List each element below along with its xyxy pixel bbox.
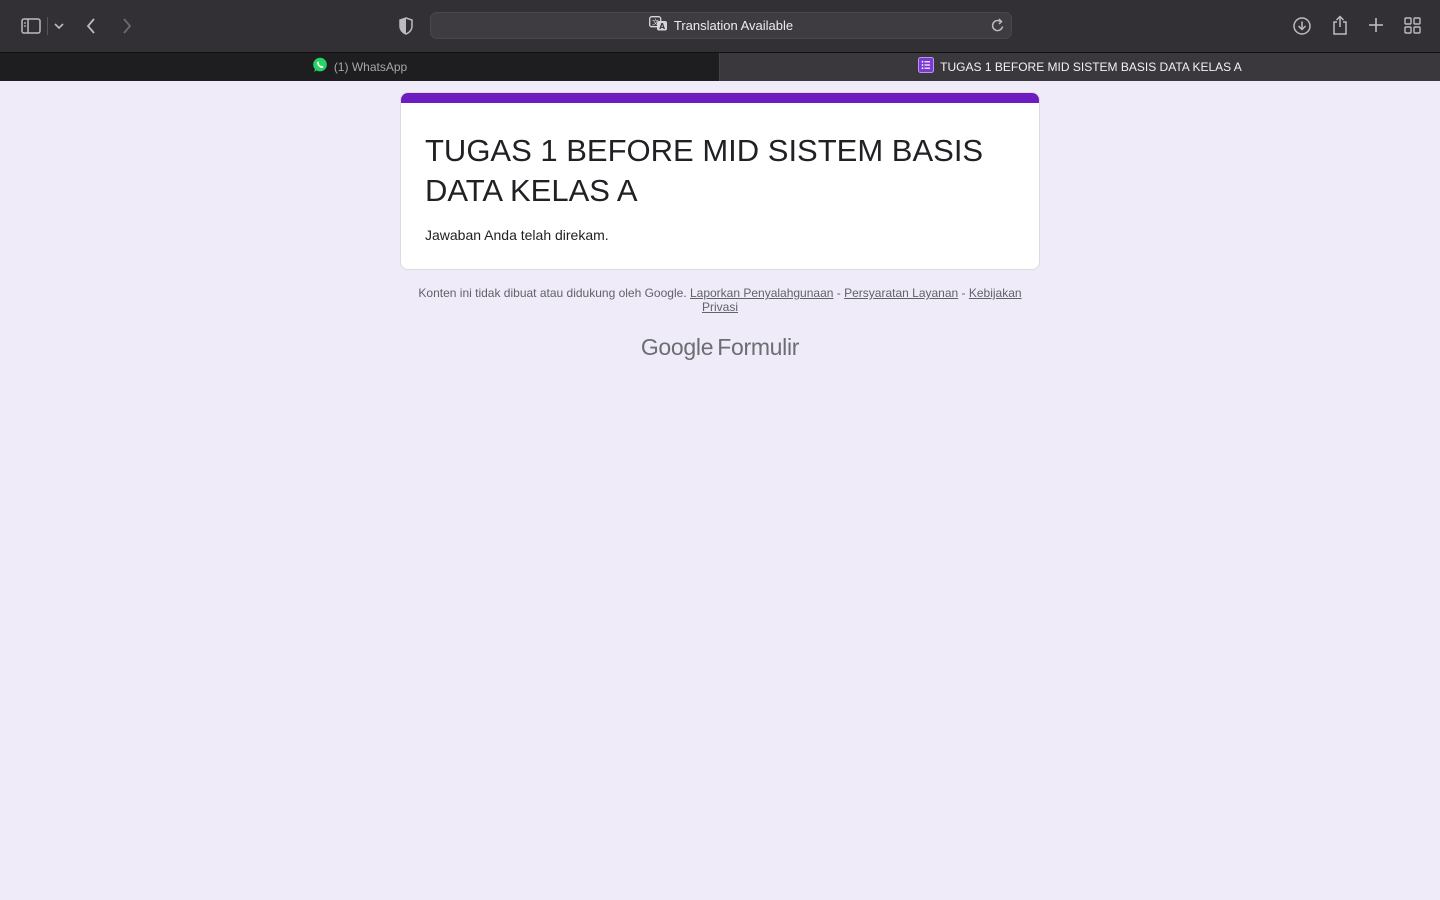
address-bar[interactable]: 文A Translation Available <box>430 12 1012 39</box>
chevron-down-icon[interactable] <box>52 20 66 32</box>
form-accent-bar <box>401 93 1039 103</box>
tab-bar: (1) WhatsApp TUGAS 1 BEFORE MID SISTEM B… <box>0 52 1440 81</box>
download-icon[interactable] <box>1292 16 1312 36</box>
disclaimer-text: Konten ini tidak dibuat atau didukung ol… <box>418 286 687 300</box>
toolbar-divider <box>47 17 48 35</box>
svg-text:A: A <box>659 21 665 30</box>
reload-icon[interactable] <box>991 18 1005 38</box>
tab-google-form[interactable]: TUGAS 1 BEFORE MID SISTEM BASIS DATA KEL… <box>720 53 1440 81</box>
whatsapp-icon <box>312 57 328 78</box>
tab-label: (1) WhatsApp <box>333 60 408 74</box>
translate-icon[interactable]: 文A <box>648 15 668 36</box>
footer-disclaimer: Konten ini tidak dibuat atau didukung ol… <box>410 286 1030 314</box>
tab-whatsapp[interactable]: (1) WhatsApp <box>0 53 719 81</box>
brand-product: Formulir <box>717 334 800 360</box>
form-title: TUGAS 1 BEFORE MID SISTEM BASIS DATA KEL… <box>425 133 984 208</box>
address-text: Translation Available <box>673 18 794 33</box>
confirmation-message: Jawaban Anda telah direkam. <box>425 227 609 243</box>
link-separator: - <box>958 286 969 300</box>
google-forms-logo[interactable]: Google Formulir <box>620 334 820 361</box>
share-icon[interactable] <box>1330 14 1350 36</box>
link-separator: - <box>833 286 845 300</box>
plus-icon[interactable] <box>1367 16 1385 34</box>
tab-label: TUGAS 1 BEFORE MID SISTEM BASIS DATA KEL… <box>940 60 1242 74</box>
chevron-left-icon <box>86 18 96 34</box>
report-abuse-link[interactable]: Laporkan Penyalahgunaan <box>690 286 833 300</box>
back-button[interactable] <box>82 15 100 37</box>
sidebar-icon[interactable] <box>20 16 42 36</box>
forward-button[interactable] <box>118 15 136 37</box>
chevron-right-icon <box>122 18 132 34</box>
forms-icon <box>918 56 935 78</box>
form-card: TUGAS 1 BEFORE MID SISTEM BASIS DATA KEL… <box>400 92 1040 270</box>
brand-google: Google <box>640 334 714 360</box>
grid-icon[interactable] <box>1403 16 1422 35</box>
browser-toolbar: 文A Translation Available <box>0 0 1440 52</box>
shield-icon[interactable] <box>396 16 416 36</box>
terms-link[interactable]: Persyaratan Layanan <box>844 286 958 300</box>
